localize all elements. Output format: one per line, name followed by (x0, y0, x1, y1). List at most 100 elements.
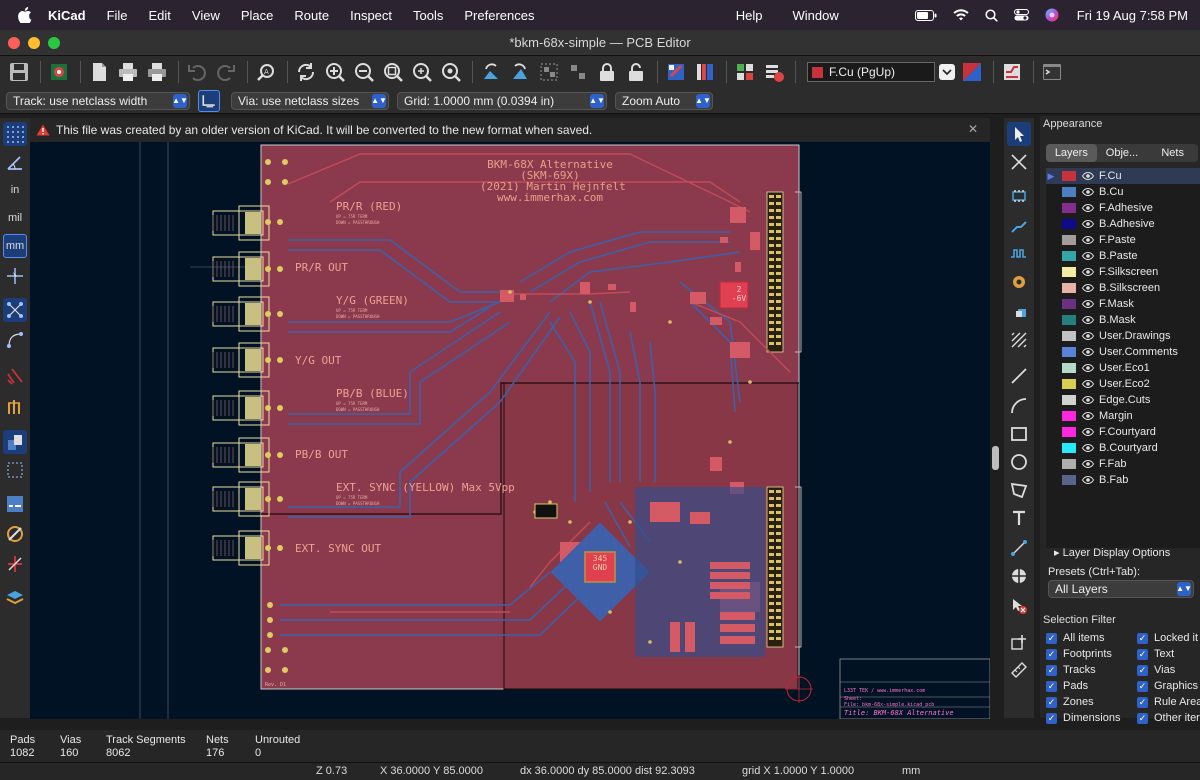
toggle-grid-button[interactable] (3, 122, 27, 146)
update-pcb-button[interactable] (663, 59, 689, 85)
menu-window[interactable]: Window (792, 8, 838, 23)
layer-color-swatch[interactable] (1062, 459, 1076, 469)
visibility-eye-icon[interactable] (1082, 444, 1094, 452)
layer-color-swatch[interactable] (1062, 171, 1076, 181)
unlock-button[interactable] (623, 59, 649, 85)
layer-row[interactable]: User.Drawings (1046, 328, 1200, 344)
layer-color-swatch[interactable] (1062, 203, 1076, 213)
visibility-eye-icon[interactable] (1082, 236, 1094, 244)
show-pads-outline-button[interactable] (3, 394, 27, 418)
menu-preferences[interactable]: Preferences (464, 8, 534, 23)
tune-length-button[interactable] (1007, 242, 1031, 266)
selection-filter-checkbox[interactable]: ✓ Graphics (1137, 680, 1198, 692)
add-footprint-button[interactable] (1007, 184, 1031, 208)
ungroup-button[interactable] (565, 59, 591, 85)
find-button[interactable]: A (253, 59, 279, 85)
selection-filter-checkbox[interactable]: ✓ Vias (1137, 664, 1175, 676)
add-filled-zone-button[interactable] (1007, 300, 1031, 324)
apple-logo-icon[interactable] (18, 7, 32, 23)
visibility-eye-icon[interactable] (1082, 188, 1094, 196)
group-button[interactable] (536, 59, 562, 85)
show-zone-fill-button[interactable] (3, 364, 27, 388)
tab-objects[interactable]: Obje... (1097, 144, 1148, 162)
auto-track-width-toggle[interactable] (198, 89, 220, 112)
layer-color-swatch[interactable] (1062, 331, 1076, 341)
layer-pair-button[interactable] (959, 59, 985, 85)
layer-color-swatch[interactable] (1062, 395, 1076, 405)
drc-button[interactable] (761, 59, 787, 85)
spotlight-search-icon[interactable] (985, 8, 998, 22)
selection-filter-checkbox[interactable]: ✓ Rule Area (1137, 696, 1200, 708)
units-inches-button[interactable]: in (3, 178, 27, 202)
layer-row[interactable]: User.Eco2 (1046, 376, 1200, 392)
siri-icon[interactable] (1045, 8, 1059, 22)
curved-ratsnest-button[interactable] (3, 328, 27, 352)
vertical-scrollbar[interactable] (992, 446, 999, 470)
draw-rectangle-button[interactable] (1007, 422, 1031, 446)
redraw-button[interactable] (293, 59, 319, 85)
zoom-window-button[interactable] (48, 36, 60, 49)
menu-inspect[interactable]: Inspect (350, 8, 392, 23)
layer-row[interactable]: F.Silkscreen (1046, 264, 1200, 280)
visibility-eye-icon[interactable] (1082, 172, 1094, 180)
add-text-button[interactable] (1007, 506, 1031, 530)
menu-bar-clock[interactable]: Fri 19 Aug 7:58 PM (1077, 8, 1188, 23)
layer-color-swatch[interactable] (1062, 411, 1076, 421)
layer-color-swatch[interactable] (1062, 475, 1076, 485)
control-center-icon[interactable] (1013, 9, 1029, 21)
selection-filter-checkbox[interactable]: ✓ Locked it (1137, 632, 1198, 644)
layer-color-swatch[interactable] (1062, 443, 1076, 453)
selection-filter-checkbox[interactable]: ✓ Zones (1046, 696, 1094, 708)
layer-row[interactable]: F.Mask (1046, 296, 1200, 312)
visibility-eye-icon[interactable] (1082, 428, 1094, 436)
menu-view[interactable]: View (192, 8, 220, 23)
redo-button[interactable] (213, 59, 239, 85)
visibility-eye-icon[interactable] (1082, 268, 1094, 276)
save-button[interactable] (6, 59, 32, 85)
visibility-eye-icon[interactable] (1082, 316, 1094, 324)
place-anchor-button[interactable] (1007, 564, 1031, 588)
close-warning-button[interactable]: ✕ (968, 122, 978, 136)
grid-origin-button[interactable] (1007, 630, 1031, 654)
menu-edit[interactable]: Edit (149, 8, 171, 23)
active-layer-select[interactable]: F.Cu (PgUp) (807, 62, 935, 82)
undo-button[interactable] (184, 59, 210, 85)
layer-row[interactable]: F.Paste (1046, 232, 1200, 248)
draw-polygon-button[interactable] (1007, 478, 1031, 502)
zoom-fit-button[interactable] (380, 59, 406, 85)
plot-button[interactable] (144, 59, 170, 85)
visibility-eye-icon[interactable] (1082, 380, 1094, 388)
full-crosshair-button[interactable] (3, 264, 27, 288)
select-tool-button[interactable] (1007, 122, 1031, 146)
pcb-canvas[interactable]: BKM-68X Alternative (SKM-69X) (2021) Mar… (30, 142, 990, 719)
menu-app-kicad[interactable]: KiCad (48, 8, 86, 23)
draw-line-button[interactable] (1007, 364, 1031, 388)
tab-layers[interactable]: Layers (1046, 144, 1097, 162)
layer-row[interactable]: ▶ F.Cu (1046, 168, 1200, 184)
flip-board-view-button[interactable] (3, 552, 27, 576)
layer-color-swatch[interactable] (1062, 187, 1076, 197)
show-footprint-library-button[interactable] (692, 59, 718, 85)
visibility-eye-icon[interactable] (1082, 396, 1094, 404)
scripting-console-button[interactable] (1039, 59, 1065, 85)
layer-row[interactable]: B.Adhesive (1046, 216, 1200, 232)
net-color-mode-button[interactable] (3, 492, 27, 516)
visibility-eye-icon[interactable] (1082, 332, 1094, 340)
measure-tool-button[interactable] (1007, 658, 1031, 682)
layer-color-swatch[interactable] (1062, 427, 1076, 437)
board-setup-button[interactable] (46, 59, 72, 85)
layer-color-swatch[interactable] (1062, 267, 1076, 277)
layer-color-swatch[interactable] (1062, 219, 1076, 229)
layer-row[interactable]: F.Fab (1046, 456, 1200, 472)
menu-file[interactable]: File (107, 8, 128, 23)
page-settings-button[interactable] (86, 59, 112, 85)
draw-circle-button[interactable] (1007, 450, 1031, 474)
ratsnest-button[interactable] (3, 298, 27, 322)
layer-row[interactable]: F.Courtyard (1046, 424, 1200, 440)
selection-filter-checkbox[interactable]: ✓ Tracks (1046, 664, 1096, 676)
appearance-manager-button[interactable] (3, 586, 27, 610)
polar-coordinates-button[interactable] (3, 150, 27, 174)
menu-tools[interactable]: Tools (413, 8, 443, 23)
rotate-cw-button[interactable] (507, 59, 533, 85)
tab-nets[interactable]: Nets (1147, 144, 1198, 162)
